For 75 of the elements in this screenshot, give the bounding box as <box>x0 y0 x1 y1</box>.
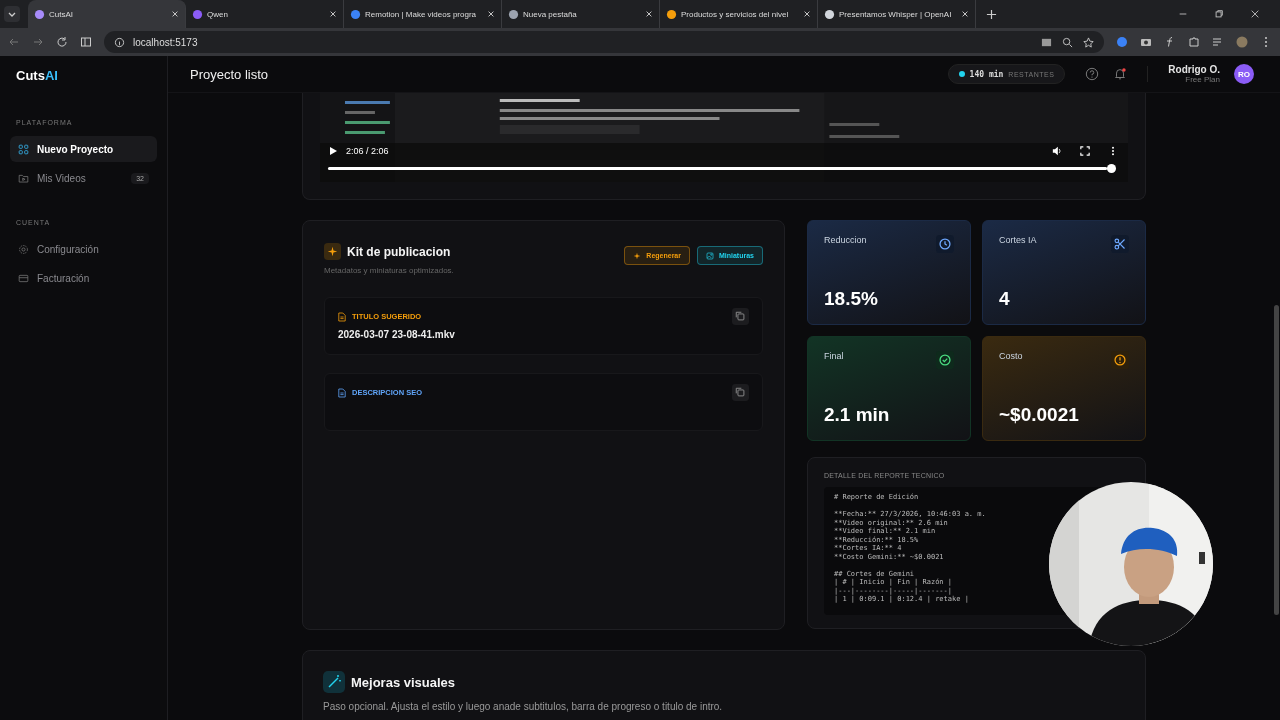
site-icon <box>34 8 45 20</box>
card-title: Mejoras visuales <box>351 674 456 690</box>
user-plan: Free Plan <box>1185 75 1220 84</box>
user-avatar[interactable]: RO <box>1234 64 1254 84</box>
playlist-icon[interactable] <box>1212 36 1224 48</box>
card-title: Kit de publicacion <box>347 244 451 259</box>
address-field[interactable]: localhost:5173 <box>104 31 1104 53</box>
image-icon <box>706 251 714 260</box>
tab-menu-icon[interactable] <box>4 6 20 22</box>
video-time: 2:06 / 2:06 <box>346 146 389 156</box>
app-logo: CutsAI <box>15 68 58 83</box>
puzzle-icon[interactable] <box>1188 36 1200 48</box>
close-tab-icon[interactable] <box>645 10 653 18</box>
bookmark-star-icon[interactable] <box>1083 36 1094 48</box>
sparkle-icon <box>324 243 341 260</box>
video-player[interactable]: 2:06 / 2:06 <box>320 93 1128 182</box>
folder-icon <box>18 172 29 184</box>
new-tab-icon[interactable] <box>986 8 997 20</box>
site-icon <box>350 8 361 20</box>
info-icon[interactable] <box>114 36 125 48</box>
play-icon[interactable] <box>328 146 338 156</box>
extension-icon[interactable] <box>1116 36 1128 48</box>
page-title: Proyecto listo <box>190 66 269 82</box>
scissors-icon <box>1111 235 1129 253</box>
zoom-icon[interactable] <box>1062 36 1073 48</box>
sidebar-item[interactable]: Facturación <box>10 265 157 291</box>
progress-thumb[interactable] <box>1107 164 1116 173</box>
volume-icon[interactable] <box>1052 146 1062 156</box>
stat-value: 4 <box>999 288 1011 310</box>
magic-wand-icon <box>323 671 345 693</box>
fullscreen-icon[interactable] <box>1080 146 1090 156</box>
close-tab-icon[interactable] <box>803 10 811 18</box>
sidebar-item[interactable]: Configuración <box>10 236 157 262</box>
camera-icon[interactable] <box>1140 36 1152 48</box>
close-tab-icon[interactable] <box>487 10 495 18</box>
stat-label: Cortes IA <box>999 235 1037 245</box>
stat-value: ~$0.0021 <box>999 404 1080 426</box>
card-description: Paso opcional. Ajusta el estilo y luego anade subtitulos, barra de progreso o titulo de intro. <box>323 701 724 712</box>
stat-label: Reduccion <box>824 235 867 245</box>
alert-icon <box>1111 351 1129 369</box>
stat-label: Costo <box>999 351 1023 361</box>
check-circle-icon <box>936 351 954 369</box>
translate-icon[interactable] <box>1041 36 1052 48</box>
browser-tab[interactable]: CutsAI <box>28 0 186 28</box>
grid-icon <box>18 143 29 155</box>
gear-icon <box>18 243 29 255</box>
reload-icon[interactable] <box>56 36 68 48</box>
site-icon <box>824 8 835 20</box>
notification-bell-icon[interactable] <box>1113 67 1128 81</box>
profile-icon[interactable] <box>1236 36 1248 48</box>
card-icon <box>18 272 29 284</box>
site-icon <box>192 8 203 20</box>
restore-icon[interactable] <box>1214 9 1224 19</box>
card-subtitle: Metadatos y miniaturas optimizados. <box>324 266 454 275</box>
close-icon[interactable] <box>1250 9 1260 19</box>
sidebar-icon[interactable] <box>80 36 92 48</box>
user-name: Rodrigo O. <box>1168 64 1220 75</box>
back-icon[interactable] <box>8 36 20 48</box>
stat-value: 18.5% <box>824 288 879 310</box>
close-tab-icon[interactable] <box>961 10 969 18</box>
close-tab-icon[interactable] <box>329 10 337 18</box>
sidebar-item[interactable]: Nuevo Proyecto <box>10 136 157 162</box>
help-icon[interactable] <box>1085 67 1100 81</box>
stat-label: Final <box>824 351 844 361</box>
document-icon <box>338 387 346 398</box>
clock-icon <box>936 235 954 253</box>
close-tab-icon[interactable] <box>171 10 179 18</box>
stat-value: 2.1 min <box>824 404 891 426</box>
field-value: 2026-03-07 23-08-41.mkv <box>338 329 456 340</box>
document-icon <box>338 311 346 322</box>
site-icon <box>508 8 519 20</box>
site-icon <box>666 8 677 20</box>
forward-icon[interactable] <box>32 36 44 48</box>
copy-icon[interactable] <box>732 384 749 401</box>
copy-icon[interactable] <box>732 308 749 325</box>
